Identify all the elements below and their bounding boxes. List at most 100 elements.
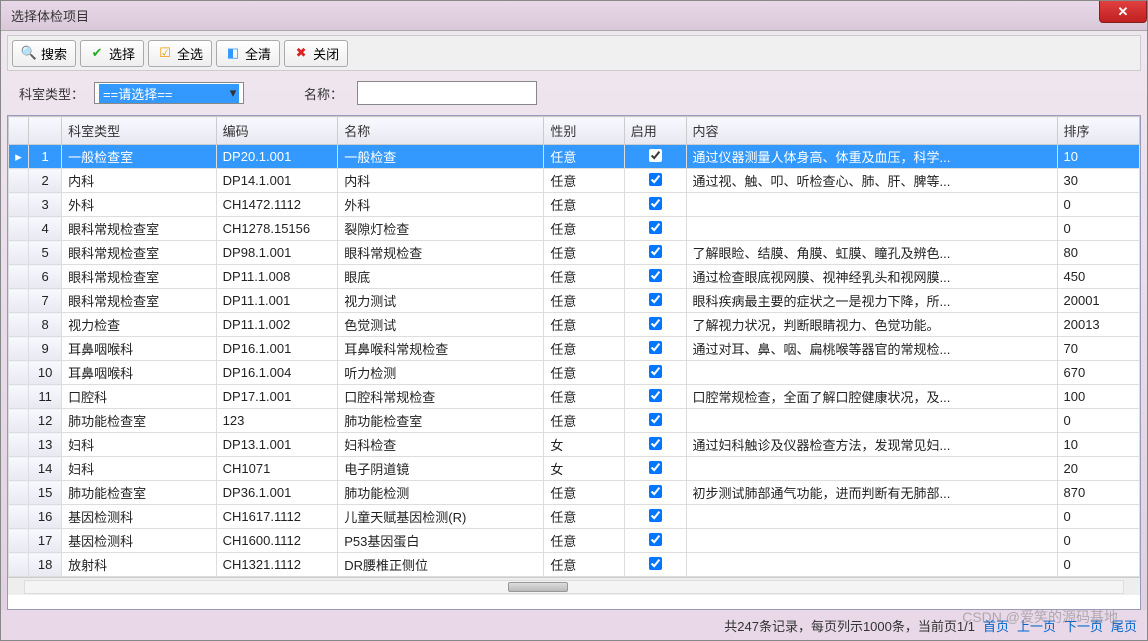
pager-last[interactable]: 尾页 bbox=[1111, 616, 1137, 635]
cell-enable[interactable] bbox=[624, 145, 686, 169]
row-indicator bbox=[9, 433, 29, 457]
cell-gender: 任意 bbox=[544, 361, 624, 385]
items-table[interactable]: 科室类型 编码 名称 性别 启用 内容 排序 ▸1一般检查室DP20.1.001… bbox=[8, 116, 1140, 577]
enable-checkbox[interactable] bbox=[649, 389, 662, 402]
row-number: 3 bbox=[29, 193, 62, 217]
cell-dept: 妇科 bbox=[62, 457, 217, 481]
enable-checkbox[interactable] bbox=[649, 485, 662, 498]
pager-prev[interactable]: 上一页 bbox=[1017, 616, 1056, 635]
enable-checkbox[interactable] bbox=[649, 461, 662, 474]
col-indicator[interactable] bbox=[9, 117, 29, 145]
enable-checkbox[interactable] bbox=[649, 317, 662, 330]
cell-content: 初步测试肺部通气功能，进而判断有无肺部... bbox=[686, 481, 1057, 505]
table-row[interactable]: 11口腔科DP17.1.001口腔科常规检查任意口腔常规检查，全面了解口腔健康状… bbox=[9, 385, 1140, 409]
cell-code: DP17.1.001 bbox=[216, 385, 338, 409]
table-row[interactable]: 16基因检测科CH1617.1112儿童天赋基因检测(R)任意0 bbox=[9, 505, 1140, 529]
close-toolbar-button[interactable]: ✖ 关闭 bbox=[284, 40, 348, 67]
enable-checkbox[interactable] bbox=[649, 221, 662, 234]
enable-checkbox[interactable] bbox=[649, 533, 662, 546]
dept-type-label: 科室类型： bbox=[19, 84, 84, 103]
row-number: 11 bbox=[29, 385, 62, 409]
cell-enable[interactable] bbox=[624, 217, 686, 241]
table-row[interactable]: 6眼科常规检查室DP11.1.008眼底任意通过检查眼底视网膜、视神经乳头和视网… bbox=[9, 265, 1140, 289]
cell-order: 450 bbox=[1057, 265, 1139, 289]
cell-gender: 任意 bbox=[544, 505, 624, 529]
horizontal-scrollbar[interactable] bbox=[8, 577, 1140, 595]
cell-gender: 女 bbox=[544, 457, 624, 481]
cell-enable[interactable] bbox=[624, 313, 686, 337]
cell-enable[interactable] bbox=[624, 289, 686, 313]
table-row[interactable]: 12肺功能检查室123肺功能检查室任意0 bbox=[9, 409, 1140, 433]
pager-first[interactable]: 首页 bbox=[983, 616, 1009, 635]
clear-all-button[interactable]: ◧ 全清 bbox=[216, 40, 280, 67]
cell-enable[interactable] bbox=[624, 361, 686, 385]
cell-gender: 任意 bbox=[544, 313, 624, 337]
table-row[interactable]: ▸1一般检查室DP20.1.001一般检查任意通过仪器测量人体身高、体重及血压，… bbox=[9, 145, 1140, 169]
enable-checkbox[interactable] bbox=[649, 173, 662, 186]
cell-enable[interactable] bbox=[624, 193, 686, 217]
cell-enable[interactable] bbox=[624, 505, 686, 529]
enable-checkbox[interactable] bbox=[649, 269, 662, 282]
table-row[interactable]: 14妇科CH1071电子阴道镜女20 bbox=[9, 457, 1140, 481]
table-row[interactable]: 5眼科常规检查室DP98.1.001眼科常规检查任意了解眼睑、结膜、角膜、虹膜、… bbox=[9, 241, 1140, 265]
enable-checkbox[interactable] bbox=[649, 245, 662, 258]
table-row[interactable]: 7眼科常规检查室DP11.1.001视力测试任意眼科疾病最主要的症状之一是视力下… bbox=[9, 289, 1140, 313]
cell-enable[interactable] bbox=[624, 337, 686, 361]
cell-enable[interactable] bbox=[624, 241, 686, 265]
cell-code: DP13.1.001 bbox=[216, 433, 338, 457]
enable-checkbox[interactable] bbox=[649, 197, 662, 210]
table-row[interactable]: 10耳鼻咽喉科DP16.1.004听力检测任意670 bbox=[9, 361, 1140, 385]
dept-type-select[interactable]: ==请选择== ▾ bbox=[94, 82, 244, 104]
row-number: 8 bbox=[29, 313, 62, 337]
col-content[interactable]: 内容 bbox=[686, 117, 1057, 145]
enable-checkbox[interactable] bbox=[649, 413, 662, 426]
cell-enable[interactable] bbox=[624, 529, 686, 553]
cell-enable[interactable] bbox=[624, 265, 686, 289]
table-row[interactable]: 15肺功能检查室DP36.1.001肺功能检测任意初步测试肺部通气功能，进而判断… bbox=[9, 481, 1140, 505]
col-rownum[interactable] bbox=[29, 117, 62, 145]
cell-enable[interactable] bbox=[624, 385, 686, 409]
select-button[interactable]: ✔ 选择 bbox=[80, 40, 144, 67]
table-row[interactable]: 13妇科DP13.1.001妇科检查女通过妇科触诊及仪器检查方法，发现常见妇..… bbox=[9, 433, 1140, 457]
table-row[interactable]: 8视力检查DP11.1.002色觉测试任意了解视力状况，判断眼睛视力、色觉功能。… bbox=[9, 313, 1140, 337]
cell-name: 听力检测 bbox=[338, 361, 544, 385]
close-button[interactable]: ✕ bbox=[1099, 1, 1147, 23]
table-row[interactable]: 2内科DP14.1.001内科任意通过视、触、叩、听检查心、肺、肝、脾等...3… bbox=[9, 169, 1140, 193]
select-all-button[interactable]: ☑ 全选 bbox=[148, 40, 212, 67]
col-order[interactable]: 排序 bbox=[1057, 117, 1139, 145]
cell-enable[interactable] bbox=[624, 409, 686, 433]
col-code[interactable]: 编码 bbox=[216, 117, 338, 145]
table-row[interactable]: 17基因检测科CH1600.1112P53基因蛋白任意0 bbox=[9, 529, 1140, 553]
cell-enable[interactable] bbox=[624, 457, 686, 481]
enable-checkbox[interactable] bbox=[649, 437, 662, 450]
cell-enable[interactable] bbox=[624, 553, 686, 577]
enable-checkbox[interactable] bbox=[649, 557, 662, 570]
col-enable[interactable]: 启用 bbox=[624, 117, 686, 145]
enable-checkbox[interactable] bbox=[649, 509, 662, 522]
col-gender[interactable]: 性别 bbox=[544, 117, 624, 145]
cell-enable[interactable] bbox=[624, 433, 686, 457]
search-button[interactable]: 🔍 搜索 bbox=[12, 40, 76, 67]
close-icon: ✕ bbox=[1118, 4, 1129, 20]
scrollbar-track[interactable] bbox=[24, 580, 1124, 594]
titlebar[interactable]: 选择体检项目 ✕ bbox=[1, 1, 1147, 31]
name-input[interactable] bbox=[357, 81, 537, 105]
col-name[interactable]: 名称 bbox=[338, 117, 544, 145]
table-row[interactable]: 18放射科CH1321.1112DR腰椎正侧位任意0 bbox=[9, 553, 1140, 577]
enable-checkbox[interactable] bbox=[649, 365, 662, 378]
table-row[interactable]: 4眼科常规检查室CH1278.15156裂隙灯检查任意0 bbox=[9, 217, 1140, 241]
cell-enable[interactable] bbox=[624, 169, 686, 193]
col-dept[interactable]: 科室类型 bbox=[62, 117, 217, 145]
scrollbar-thumb[interactable] bbox=[508, 582, 568, 592]
enable-checkbox[interactable] bbox=[649, 341, 662, 354]
cell-enable[interactable] bbox=[624, 481, 686, 505]
table-row[interactable]: 9耳鼻咽喉科DP16.1.001耳鼻喉科常规检查任意通过对耳、鼻、咽、扁桃喉等器… bbox=[9, 337, 1140, 361]
cell-order: 870 bbox=[1057, 481, 1139, 505]
cell-content bbox=[686, 529, 1057, 553]
row-number: 4 bbox=[29, 217, 62, 241]
pager-next[interactable]: 下一页 bbox=[1064, 616, 1103, 635]
table-row[interactable]: 3外科CH1472.1112外科任意0 bbox=[9, 193, 1140, 217]
enable-checkbox[interactable] bbox=[649, 293, 662, 306]
enable-checkbox[interactable] bbox=[649, 149, 662, 162]
row-number: 10 bbox=[29, 361, 62, 385]
